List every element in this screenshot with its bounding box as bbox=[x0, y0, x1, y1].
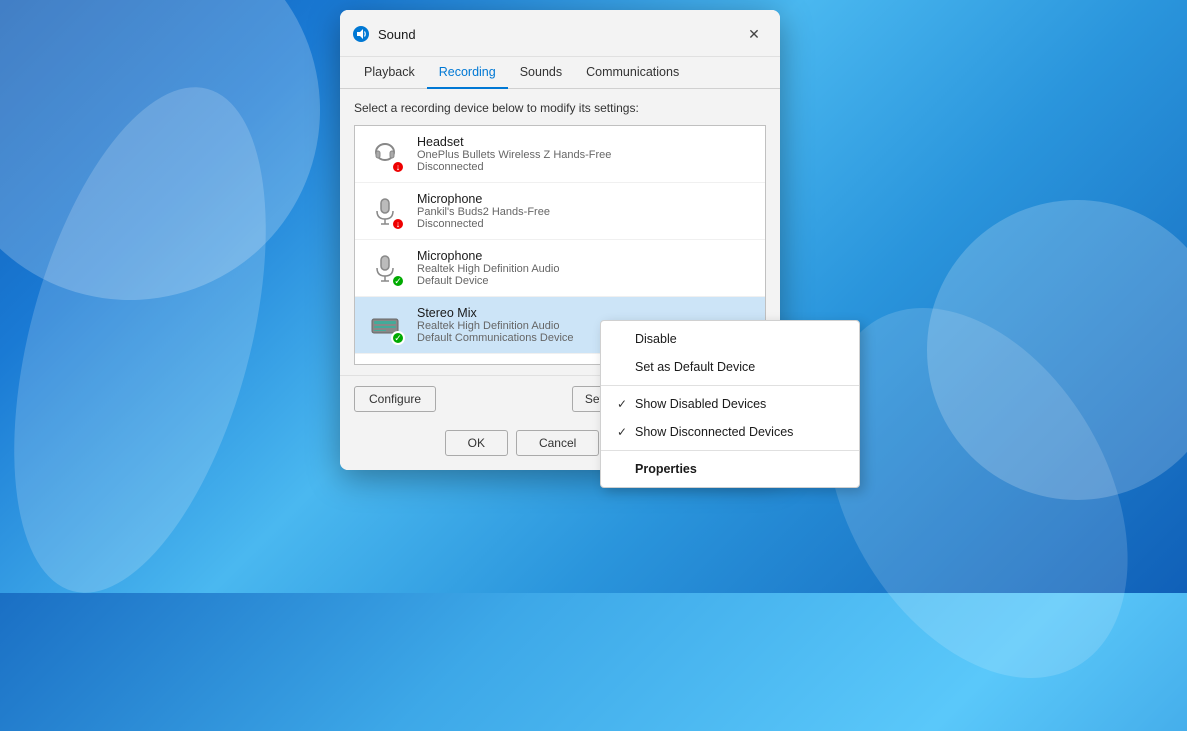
instruction-text: Select a recording device below to modif… bbox=[354, 101, 766, 115]
dialog-titlebar: Sound ✕ bbox=[340, 10, 780, 57]
tabs-bar: Playback Recording Sounds Communications bbox=[340, 57, 780, 89]
mic1-icon: ↓ bbox=[365, 191, 405, 231]
context-menu-divider-2 bbox=[601, 450, 859, 451]
close-button[interactable]: ✕ bbox=[740, 20, 768, 48]
headset-name: Headset bbox=[417, 135, 755, 149]
mic1-status: Disconnected bbox=[417, 218, 755, 230]
mic1-status-badge: ↓ bbox=[391, 217, 405, 231]
mic2-icon: ✓ bbox=[365, 248, 405, 288]
headset-icon: ↓ bbox=[365, 134, 405, 174]
mic1-name: Microphone bbox=[417, 192, 755, 206]
stereo-status-badge: ✓ bbox=[391, 331, 405, 345]
device-item-headset[interactable]: ↓ Headset OnePlus Bullets Wireless Z Han… bbox=[355, 126, 765, 183]
tab-communications[interactable]: Communications bbox=[574, 57, 691, 89]
mic1-sub: Pankil's Buds2 Hands-Free bbox=[417, 206, 755, 218]
properties-context-label: Properties bbox=[635, 462, 697, 476]
headset-info: Headset OnePlus Bullets Wireless Z Hands… bbox=[417, 135, 755, 173]
headset-status: Disconnected bbox=[417, 161, 755, 173]
mic2-status: Default Device bbox=[417, 275, 741, 287]
context-menu-item-show-disconnected[interactable]: ✓ Show Disconnected Devices bbox=[601, 418, 859, 446]
mic2-sub: Realtek High Definition Audio bbox=[417, 263, 741, 275]
headset-sub: OnePlus Bullets Wireless Z Hands-Free bbox=[417, 149, 755, 161]
dialog-title: Sound bbox=[378, 27, 740, 42]
show-disconnected-check: ✓ bbox=[617, 425, 635, 439]
context-menu: Disable Set as Default Device ✓ Show Dis… bbox=[600, 320, 860, 488]
show-disabled-label: Show Disabled Devices bbox=[635, 397, 766, 411]
mic2-name: Microphone bbox=[417, 249, 741, 263]
ok-button[interactable]: OK bbox=[445, 430, 508, 456]
show-disconnected-label: Show Disconnected Devices bbox=[635, 425, 793, 439]
device-item-mic1[interactable]: ↓ Microphone Pankil's Buds2 Hands-Free D… bbox=[355, 183, 765, 240]
show-disabled-check: ✓ bbox=[617, 397, 635, 411]
mic2-status-badge: ✓ bbox=[391, 274, 405, 288]
mic1-info: Microphone Pankil's Buds2 Hands-Free Dis… bbox=[417, 192, 755, 230]
set-default-device-label: Set as Default Device bbox=[635, 360, 755, 374]
configure-button[interactable]: Configure bbox=[354, 386, 436, 412]
mic2-info: Microphone Realtek High Definition Audio… bbox=[417, 249, 741, 287]
headset-status-badge: ↓ bbox=[391, 160, 405, 174]
context-menu-divider-1 bbox=[601, 385, 859, 386]
disable-label: Disable bbox=[635, 332, 677, 346]
tab-sounds[interactable]: Sounds bbox=[508, 57, 574, 89]
context-menu-item-set-default[interactable]: Set as Default Device bbox=[601, 353, 859, 381]
tab-playback[interactable]: Playback bbox=[352, 57, 427, 89]
dialog-icon bbox=[352, 25, 370, 43]
tab-recording[interactable]: Recording bbox=[427, 57, 508, 89]
device-item-mic2[interactable]: ✓ Microphone Realtek High Definition Aud… bbox=[355, 240, 765, 297]
context-menu-item-show-disabled[interactable]: ✓ Show Disabled Devices bbox=[601, 390, 859, 418]
context-menu-item-properties[interactable]: Properties bbox=[601, 455, 859, 483]
cancel-button[interactable]: Cancel bbox=[516, 430, 599, 456]
stereo-icon: ✓ bbox=[365, 305, 405, 345]
stereo-name: Stereo Mix bbox=[417, 306, 755, 320]
context-menu-item-disable[interactable]: Disable bbox=[601, 325, 859, 353]
